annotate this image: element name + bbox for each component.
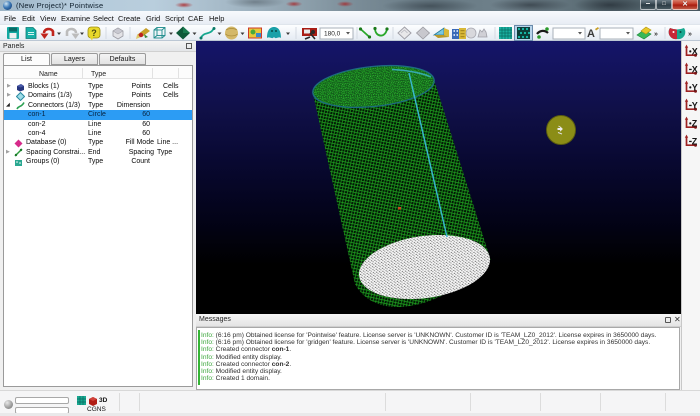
svg-text:»: » [654,31,658,38]
svg-text:180,0: 180,0 [324,31,341,38]
svg-text:Y: Y [692,101,698,111]
svg-text:?: ? [91,28,97,38]
svg-text:A: A [587,28,595,40]
svg-text:»: » [688,31,692,38]
svg-text:X: X [692,47,698,57]
svg-text:Y: Y [692,83,698,93]
svg-text:Z: Z [692,137,698,147]
svg-text:Z: Z [692,119,698,129]
svg-text:X: X [692,65,698,75]
